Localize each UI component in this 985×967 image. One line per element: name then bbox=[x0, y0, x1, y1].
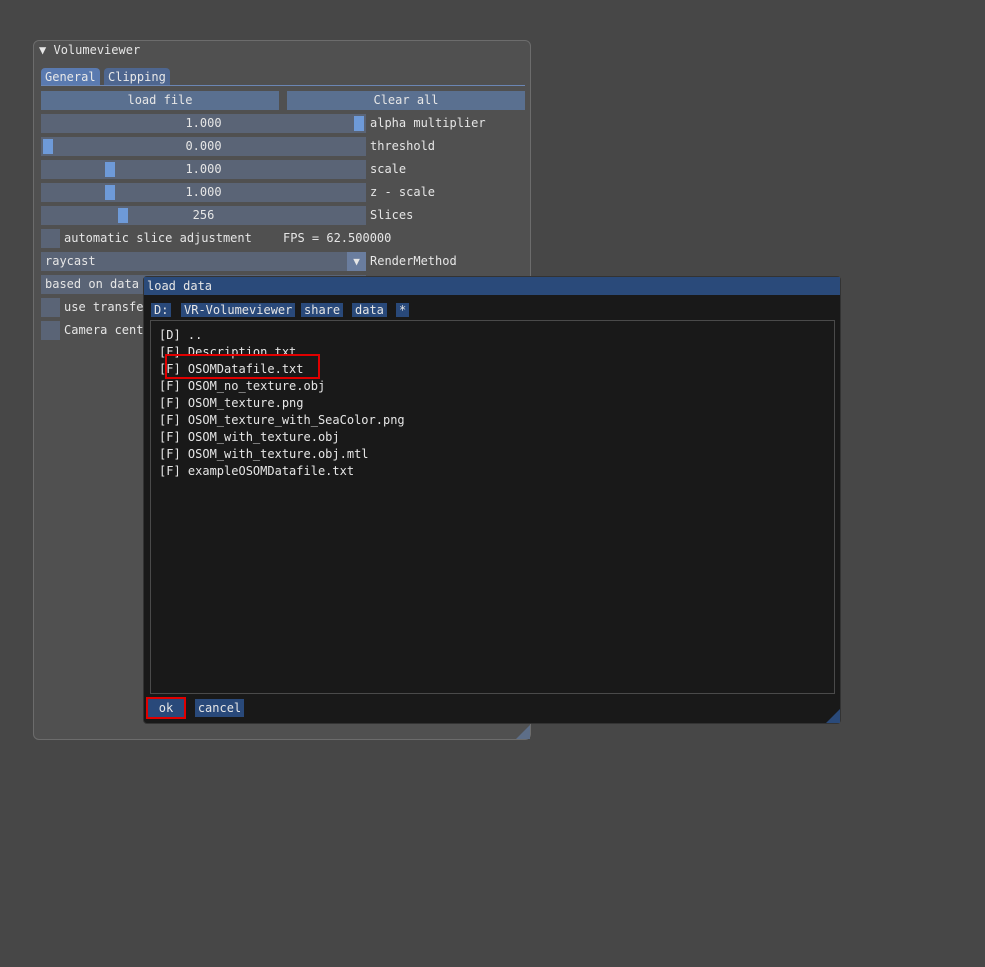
slider-grab[interactable] bbox=[354, 116, 364, 131]
slider-value: 1.000 bbox=[185, 116, 222, 130]
render-method-label: RenderMethod bbox=[370, 254, 457, 268]
slider-label: scale bbox=[370, 162, 407, 176]
auto-slice-label: automatic slice adjustment bbox=[64, 231, 252, 245]
highlight-box-file bbox=[165, 354, 320, 379]
slider-0[interactable]: 1.000 bbox=[41, 114, 366, 133]
slider-value: 1.000 bbox=[185, 185, 222, 199]
slider-label: z - scale bbox=[370, 185, 436, 199]
cancel-button[interactable]: cancel bbox=[195, 699, 244, 717]
file-list-item[interactable]: [F] OSOM_texture.png bbox=[159, 396, 304, 410]
slider-label: threshold bbox=[370, 139, 436, 153]
chevron-down-icon[interactable]: ▼ bbox=[347, 252, 366, 271]
tab-separator bbox=[41, 85, 525, 86]
slider-3[interactable]: 1.000 bbox=[41, 183, 366, 202]
slider-2[interactable]: 1.000 bbox=[41, 160, 366, 179]
path-button-share[interactable]: share bbox=[301, 303, 344, 317]
tab-general[interactable]: General bbox=[41, 68, 100, 86]
slider-grab[interactable] bbox=[43, 139, 53, 154]
slider-value: 1.000 bbox=[185, 162, 222, 176]
slider-label: alpha multiplier bbox=[370, 116, 486, 130]
fps-readout: FPS = 62.500000 bbox=[283, 231, 392, 245]
slider-4[interactable]: 256 bbox=[41, 206, 366, 225]
dialog-title-bar[interactable]: load data bbox=[144, 277, 840, 295]
file-list-item[interactable]: [D] .. bbox=[159, 328, 202, 342]
window-title: Volumeviewer bbox=[53, 43, 141, 57]
camera-centric-checkbox[interactable] bbox=[41, 321, 60, 340]
clear-all-button[interactable]: Clear all bbox=[287, 91, 525, 110]
path-button-data[interactable]: data bbox=[352, 303, 387, 317]
slider-value: 0.000 bbox=[185, 139, 222, 153]
tab-clipping[interactable]: Clipping bbox=[104, 68, 170, 86]
slider-label: Slices bbox=[370, 208, 414, 222]
file-list-item[interactable]: [F] OSOM_no_texture.obj bbox=[159, 379, 325, 393]
use-transfer-checkbox[interactable] bbox=[41, 298, 60, 317]
dialog-resize-grip[interactable] bbox=[826, 709, 840, 723]
slider-grab[interactable] bbox=[105, 185, 116, 200]
file-list-item[interactable]: [F] exampleOSOMDatafile.txt bbox=[159, 464, 354, 478]
render-method-value: raycast bbox=[45, 254, 96, 268]
path-button-filter[interactable]: * bbox=[396, 303, 410, 317]
render-method-combo[interactable]: raycast ▼ bbox=[41, 252, 366, 271]
auto-slice-checkbox[interactable] bbox=[41, 229, 60, 248]
path-button-drive[interactable]: D: bbox=[151, 303, 172, 317]
window-title-bar[interactable]: ▼ Volumeviewer bbox=[39, 43, 140, 57]
file-list-item[interactable]: [F] OSOM_with_texture.obj bbox=[159, 430, 340, 444]
file-list-item[interactable]: [F] OSOM_with_texture.obj.mtl bbox=[159, 447, 369, 461]
triangle-down-icon[interactable]: ▼ bbox=[39, 43, 46, 57]
slider-1[interactable]: 0.000 bbox=[41, 137, 366, 156]
load-data-dialog: load data D: VR-Volumeviewer share data … bbox=[143, 276, 841, 724]
load-file-button[interactable]: load file bbox=[41, 91, 279, 110]
slider-grab[interactable] bbox=[117, 208, 128, 223]
file-list-item[interactable]: [F] OSOM_texture_with_SeaColor.png bbox=[159, 413, 405, 427]
transfer-mode-value: based on data bbox=[45, 277, 139, 291]
resize-grip[interactable] bbox=[516, 725, 530, 739]
slider-value: 256 bbox=[192, 208, 215, 222]
path-button-vr-volumeviewer[interactable]: VR-Volumeviewer bbox=[181, 303, 296, 317]
highlight-box-ok bbox=[146, 697, 186, 719]
slider-grab[interactable] bbox=[105, 162, 116, 177]
